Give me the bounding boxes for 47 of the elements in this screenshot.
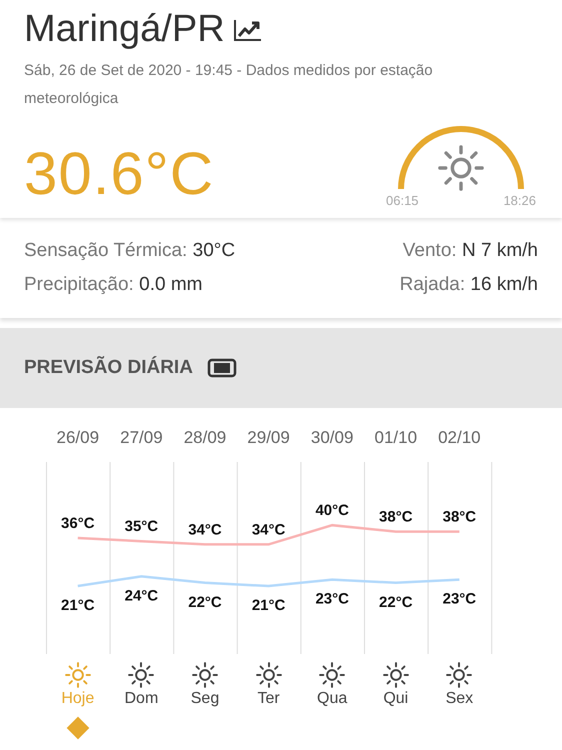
sun-icon [128, 662, 154, 688]
temperature-label: 24°C [124, 587, 158, 604]
sun-icon [438, 145, 484, 191]
temperature-label: 22°C [379, 594, 413, 611]
sun-icon [64, 662, 91, 688]
sunset-time: 18:26 [503, 193, 536, 208]
sun-icon [192, 662, 218, 688]
temperature-label: 35°C [124, 518, 158, 536]
day-tab[interactable]: Qua [300, 654, 364, 750]
forecast-date: 02/10 [437, 427, 482, 449]
temperature-label: 23°C [315, 590, 349, 608]
weather-detail: Rajada: 16 km/h [398, 274, 538, 296]
sun-icon [446, 662, 472, 688]
current-temperature: 30.6°C [24, 139, 214, 208]
sunrise-time: 06:15 [386, 193, 419, 208]
temperature-label: 34°C [188, 521, 222, 538]
sun-icon [382, 662, 409, 688]
temperature-label: 23°C [442, 590, 476, 608]
temperature-label: 38°C [379, 508, 413, 526]
weather-detail: Precipitação: 0.0 mm [24, 274, 204, 296]
temperature-label: 21°C [252, 597, 286, 614]
day-tab[interactable]: Qui [364, 654, 428, 750]
temperature-label: 34°C [252, 521, 286, 538]
temperature-label: 40°C [315, 502, 349, 520]
forecast-date: 30/09 [310, 427, 354, 449]
sun-icon [319, 662, 346, 688]
weather-detail: Sensação Térmica: 30°C [24, 240, 236, 262]
day-tab[interactable]: Seg [173, 654, 237, 750]
phone-rotate-icon[interactable] [206, 358, 237, 378]
day-tab[interactable]: Dom [110, 654, 174, 750]
trend-chart-icon[interactable] [232, 18, 263, 42]
day-tab[interactable]: Sex [428, 654, 492, 750]
forecast-date: 27/09 [119, 427, 164, 449]
forecast-date: 26/09 [56, 427, 100, 449]
temperature-label: 22°C [188, 594, 222, 611]
date-subtitle: Sáb, 26 de Set de 2020 - 19:45 - Dados medidos por estação meteorológica [24, 61, 434, 109]
forecast-date: 29/09 [246, 427, 291, 449]
forecast-date: 28/09 [182, 427, 228, 449]
temperature-label: 38°C [442, 508, 476, 526]
temperature-label: 36°C [61, 515, 95, 532]
section-title: PREVISÃO DIÁRIA [24, 356, 193, 379]
weather-detail: Vento: N 7 km/h [402, 240, 538, 262]
temperature-label: 21°C [61, 597, 95, 614]
forecast-date: 01/10 [373, 427, 418, 449]
sun-icon [256, 662, 282, 688]
city-title: Maringá/PR [24, 8, 225, 51]
day-tab[interactable]: Ter [236, 654, 300, 750]
